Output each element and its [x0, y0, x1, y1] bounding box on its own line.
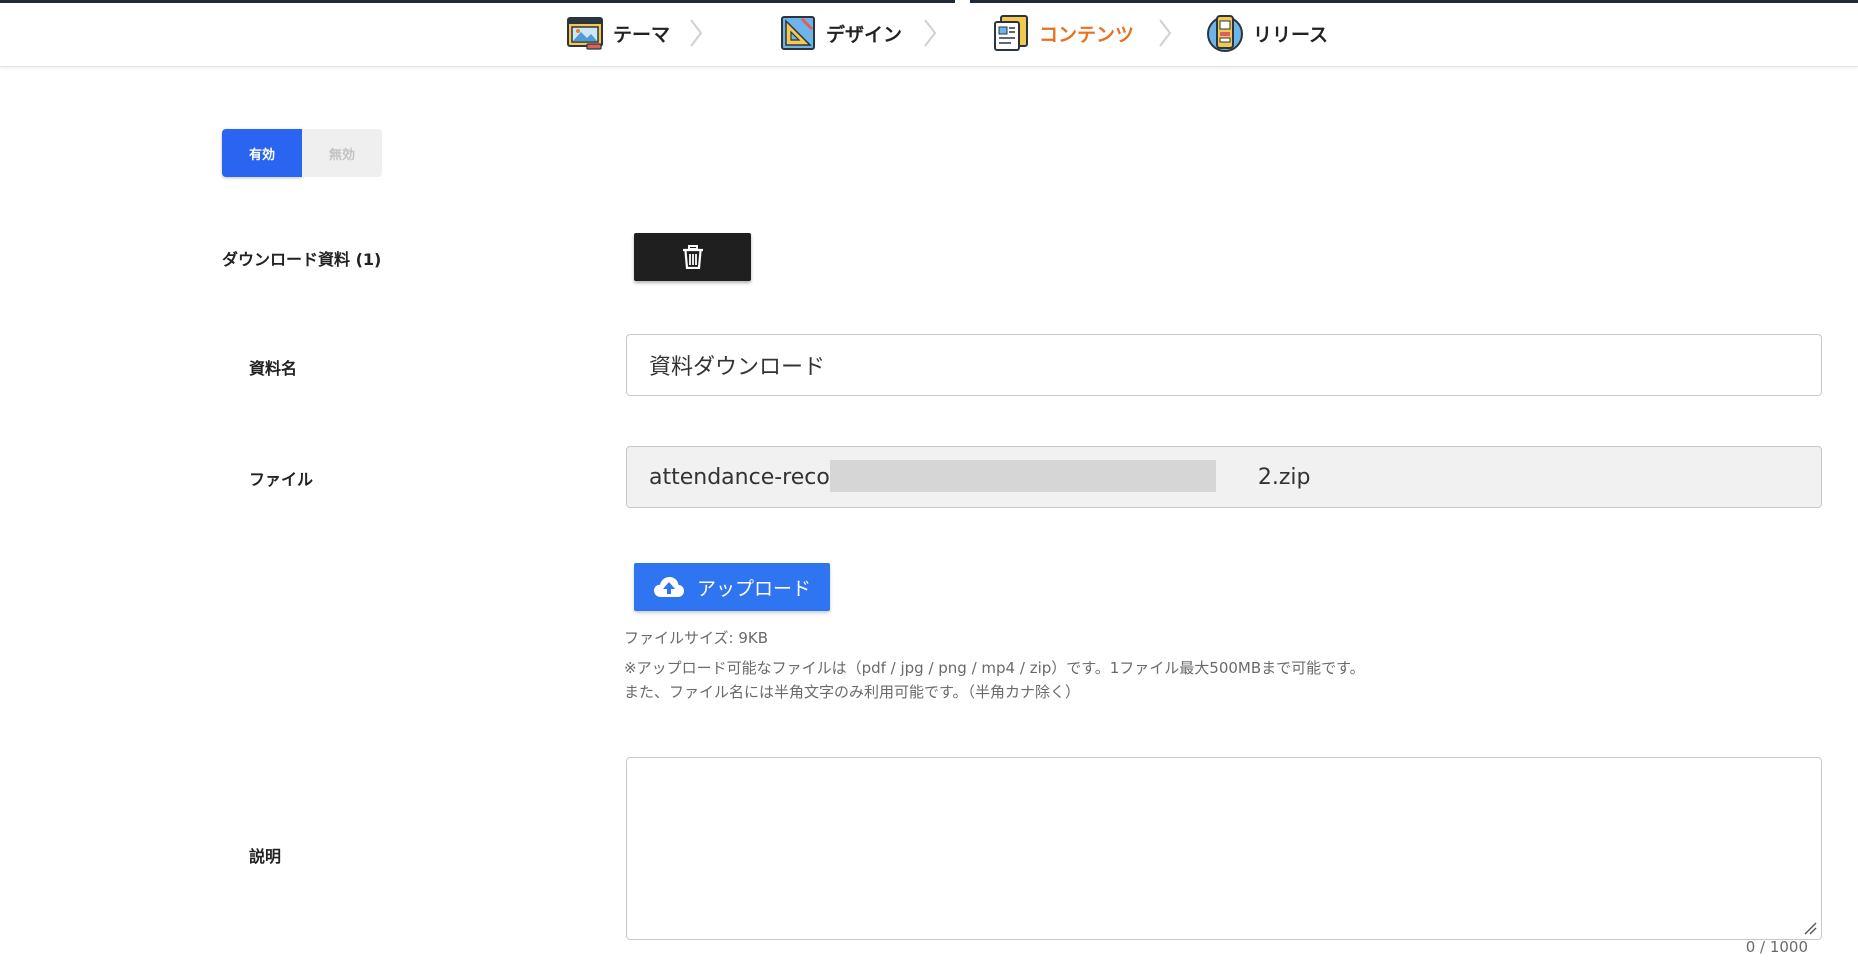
trash-icon [682, 245, 703, 269]
chevron-right-icon [924, 19, 937, 47]
stepper-bar: テーマ デザイン コンテンツ リリース [0, 0, 1858, 67]
description-label: 説明 [249, 847, 282, 866]
step-design-label: デザイン [826, 23, 903, 46]
step-theme[interactable]: テーマ [565, 12, 670, 54]
design-ruler-icon [781, 16, 815, 50]
resize-handle-icon[interactable] [1803, 921, 1817, 935]
toggle-disabled-button[interactable]: 無効 [302, 129, 382, 177]
cloud-upload-icon [653, 577, 684, 597]
file-input: attendance-record-s 2.zip [626, 446, 1822, 508]
upload-button[interactable]: アップロード [634, 563, 830, 611]
step-release-label: リリース [1253, 23, 1329, 46]
material-name-input[interactable]: 資料ダウンロード [626, 334, 1822, 396]
chevron-right-icon [690, 19, 703, 47]
step-content-label: コンテンツ [1039, 23, 1135, 46]
description-char-counter: 0 / 1000 [1745, 938, 1808, 956]
release-mobile-icon [1207, 15, 1243, 52]
file-size-text: ファイルサイズ: 9KB [624, 629, 769, 647]
upload-note-line-2: また、ファイル名には半角文字のみ利用可能です。（半角カナ除く） [624, 683, 1081, 701]
material-name-value: 資料ダウンロード [649, 355, 826, 380]
toggle-enabled-button[interactable]: 有効 [222, 129, 302, 177]
step-content[interactable]: コンテンツ [991, 12, 1134, 54]
top-rule [970, 0, 1858, 3]
material-name-label: 資料名 [249, 359, 298, 378]
description-textarea[interactable] [626, 757, 1822, 940]
upload-note-line-1: ※アップロード可能なファイルは（pdf / jpg / png / mp4 / … [624, 659, 1365, 677]
download-section-title: ダウンロード資料 (1) [222, 250, 382, 269]
upload-button-label: アップロード [696, 577, 811, 600]
step-release[interactable]: リリース [1205, 12, 1328, 54]
theme-image-icon [567, 17, 603, 50]
top-rule-notch [955, 0, 970, 3]
content-document-icon [994, 15, 1028, 51]
status-toggle: 有効 無効 [222, 129, 383, 177]
top-rule [0, 0, 955, 3]
step-theme-label: テーマ [613, 23, 671, 46]
step-design[interactable]: デザイン [778, 12, 902, 54]
redaction-block [830, 460, 1216, 492]
file-name-suffix: 2.zip [1257, 464, 1311, 490]
chevron-right-icon [1159, 19, 1172, 47]
file-label: ファイル [249, 470, 314, 489]
delete-button[interactable] [634, 233, 751, 281]
